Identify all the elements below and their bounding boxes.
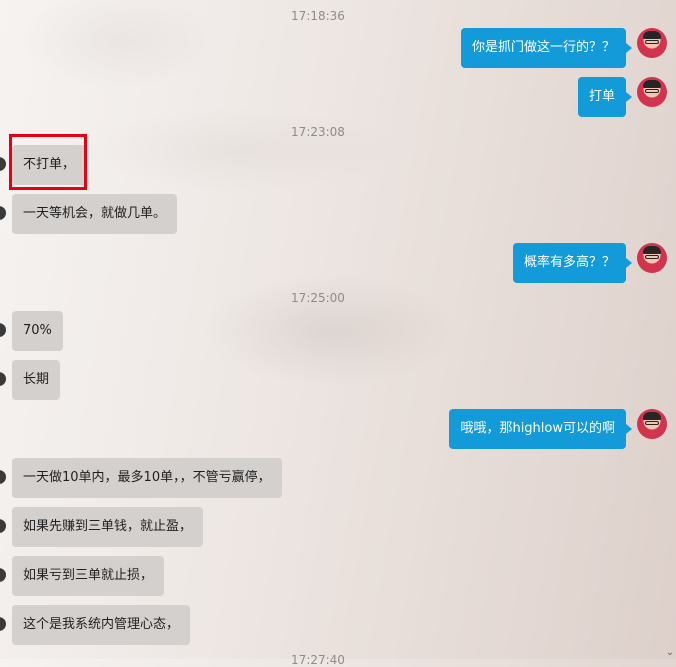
- message-bubble[interactable]: 打单: [577, 77, 633, 117]
- message-bubble[interactable]: 70%: [12, 311, 63, 351]
- timestamp: 17:27:40: [291, 653, 345, 667]
- chevron-down-icon[interactable]: ⌄: [664, 647, 676, 659]
- highlight-box: [9, 134, 87, 190]
- message-bubble[interactable]: 如果先赚到三单钱，就止盈，: [12, 507, 204, 547]
- avatar-icon[interactable]: [637, 409, 667, 439]
- message-bubble[interactable]: 你是抓门做这一行的？？: [460, 28, 633, 68]
- chat-history[interactable]: 17:18:36 你是抓门做这一行的？？ 打单 17:23:08 不打单， 一天…: [0, 0, 676, 667]
- message-row-incoming: 这个是我系统内管理心态，: [0, 605, 676, 645]
- avatar-icon[interactable]: [0, 470, 6, 484]
- message-row-incoming: 长期: [0, 360, 676, 400]
- message-row-incoming: 一天等机会，就做几单。: [0, 194, 676, 234]
- avatar-icon[interactable]: [0, 323, 6, 337]
- avatar-icon[interactable]: [0, 206, 6, 220]
- message-row-incoming: 70%: [0, 311, 676, 351]
- message-bubble[interactable]: 长期: [12, 360, 61, 400]
- avatar-icon[interactable]: [637, 243, 667, 273]
- message-row-outgoing: 概率有多高？？: [0, 243, 676, 283]
- avatar-icon[interactable]: [0, 157, 6, 171]
- timestamp: 17:18:36: [291, 9, 345, 23]
- avatar-icon[interactable]: [637, 28, 667, 58]
- avatar-icon[interactable]: [0, 519, 6, 533]
- message-bubble[interactable]: 如果亏到三单就止损，: [12, 556, 165, 596]
- avatar-icon[interactable]: [0, 568, 6, 582]
- timestamp: 17:23:08: [291, 125, 345, 139]
- message-bubble[interactable]: 一天做10单内，最多10单，，不管亏赢停，: [12, 458, 282, 498]
- message-bubble[interactable]: 概率有多高？？: [512, 243, 633, 283]
- message-row-outgoing: 你是抓门做这一行的？？: [0, 28, 676, 68]
- message-row-outgoing: 打单: [0, 77, 676, 117]
- avatar-icon[interactable]: [0, 617, 6, 631]
- avatar-icon[interactable]: [0, 372, 6, 386]
- message-row-incoming: 如果亏到三单就止损，: [0, 556, 676, 596]
- message-bubble[interactable]: 哦哦，那highlow可以的啊: [449, 409, 632, 449]
- message-row-incoming: 一天做10单内，最多10单，，不管亏赢停，: [0, 458, 676, 498]
- message-bubble[interactable]: 一天等机会，就做几单。: [12, 194, 178, 234]
- avatar-icon[interactable]: [637, 77, 667, 107]
- message-row-outgoing: 哦哦，那highlow可以的啊: [0, 409, 676, 449]
- timestamp: 17:25:00: [291, 291, 345, 305]
- message-bubble[interactable]: 这个是我系统内管理心态，: [12, 605, 191, 645]
- message-row-incoming: 不打单，: [0, 145, 676, 185]
- message-row-incoming: 如果先赚到三单钱，就止盈，: [0, 507, 676, 547]
